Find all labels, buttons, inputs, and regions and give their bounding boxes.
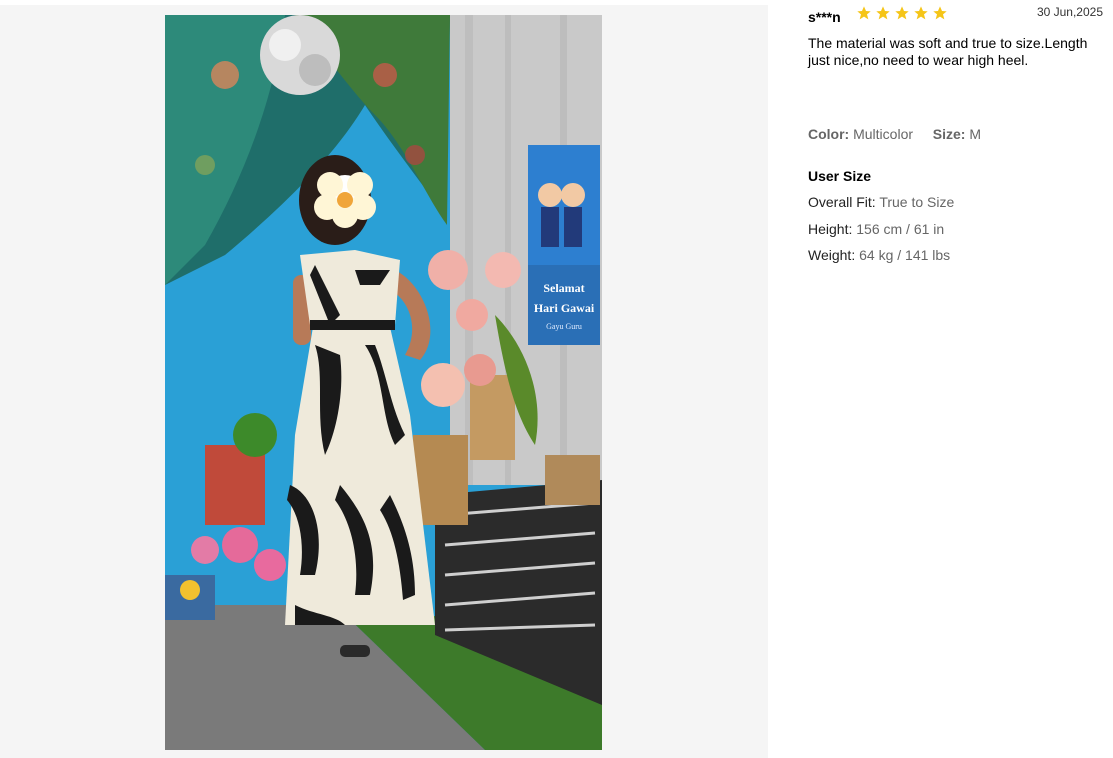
height-value: 156 cm / 61 in [856, 221, 945, 237]
review-details: s***n 30 Jun,2025 The material was soft … [808, 0, 1113, 758]
star-icon [895, 6, 909, 20]
review-photo[interactable]: Selamat Hari Gawai Gayu Guru [165, 15, 602, 750]
review-page: Selamat Hari Gawai Gayu Guru s***n 30 Ju… [0, 0, 1113, 758]
review-header: s***n 30 Jun,2025 [808, 5, 1108, 25]
overall-fit-value: True to Size [879, 194, 955, 210]
size-value: M [969, 126, 982, 142]
overall-fit-row: Overall Fit: True to Size [808, 194, 954, 210]
banner-line2: Hari Gawai [534, 301, 595, 315]
reviewer-name: s***n [808, 9, 841, 25]
overall-fit-label: Overall Fit: [808, 194, 876, 210]
height-label: Height: [808, 221, 853, 237]
weight-label: Weight: [808, 247, 856, 263]
star-icon [914, 6, 928, 20]
weight-value: 64 kg / 141 lbs [859, 247, 951, 263]
color-value: Multicolor [853, 126, 914, 142]
review-photo-image: Selamat Hari Gawai Gayu Guru [165, 15, 602, 750]
height-row: Height: 156 cm / 61 in [808, 221, 944, 237]
review-date: 30 Jun,2025 [1036, 5, 1103, 19]
star-rating [856, 5, 948, 21]
star-icon [933, 6, 947, 20]
banner-line1: Selamat [543, 281, 584, 295]
color-label: Color: [808, 126, 850, 142]
banner-line3: Gayu Guru [546, 322, 582, 331]
user-size-title: User Size [808, 168, 872, 184]
size-label: Size: [932, 126, 966, 142]
star-icon [857, 6, 871, 20]
star-icon [876, 6, 890, 20]
weight-row: Weight: 64 kg / 141 lbs [808, 247, 950, 263]
purchase-attributes: Color: Multicolor Size: M [808, 126, 981, 142]
review-media-panel: Selamat Hari Gawai Gayu Guru [0, 5, 768, 758]
review-text: The material was soft and true to size.L… [808, 35, 1088, 68]
